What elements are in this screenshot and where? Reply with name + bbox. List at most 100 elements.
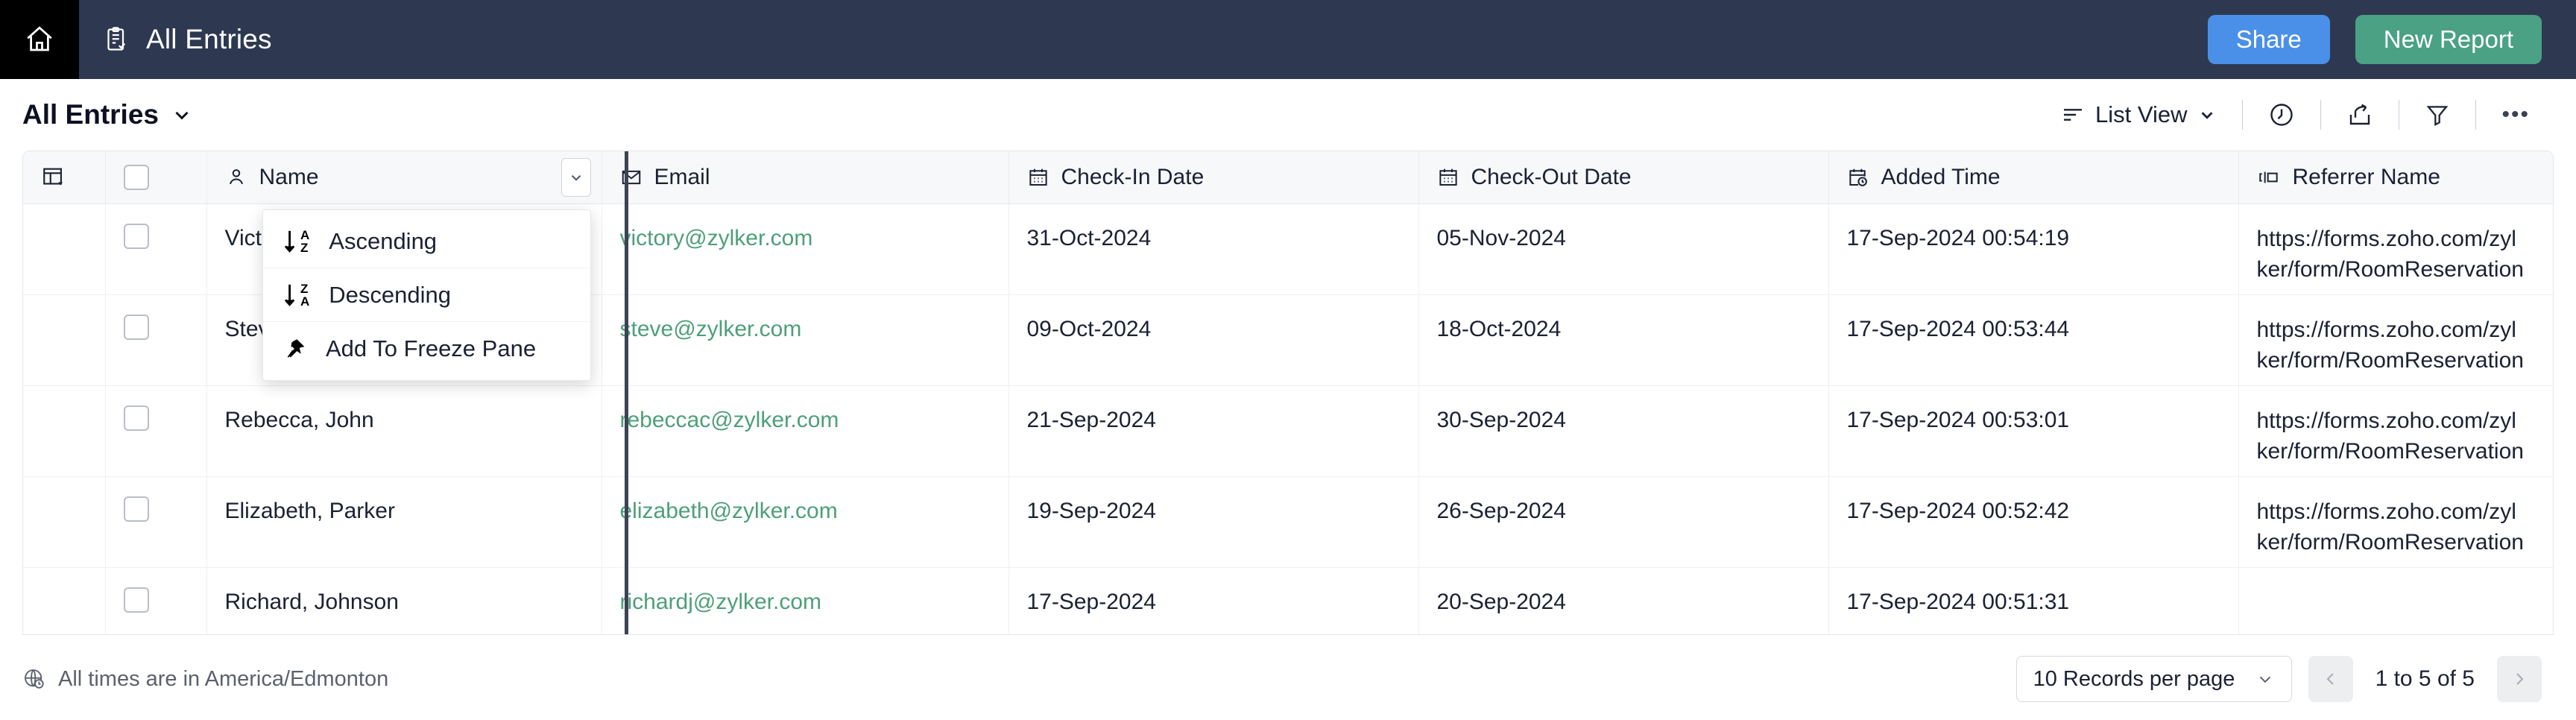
row-checkbox[interactable] [123, 405, 149, 431]
name-column-menu-button[interactable] [561, 157, 591, 197]
table-row[interactable]: Richard, Johnson richardj@zylker.com 17-… [23, 567, 2553, 634]
row-checkbox[interactable] [123, 223, 149, 249]
records-per-page-select[interactable]: 10 Records per page [2015, 656, 2292, 702]
row-select-cell[interactable] [105, 476, 207, 568]
row-checkbox[interactable] [123, 314, 149, 340]
row-checkbox[interactable] [123, 496, 149, 522]
email-link[interactable]: elizabeth@zylker.com [620, 499, 838, 523]
cell-referrer: https://forms.zoho.com/zylker/form/RoomR… [2238, 385, 2553, 477]
referrer-url: https://forms.zoho.com/zylker/form/RoomR… [2256, 317, 2524, 373]
breadcrumb-label: All Entries [146, 24, 272, 54]
select-all-checkbox[interactable] [123, 164, 149, 190]
cell-name: Rebecca, John [206, 385, 602, 477]
row-grip-cell [23, 476, 106, 568]
toolbar-right-group: List View ••• [2049, 100, 2542, 130]
email-link[interactable]: victory@zylker.com [620, 226, 813, 250]
calendar-icon [1437, 166, 1459, 189]
records-per-page-label: 10 Records per page [2033, 666, 2235, 691]
menu-item-descending[interactable]: Z A Descending [263, 268, 590, 322]
cell-checkin: 17-Sep-2024 [1008, 567, 1419, 634]
column-header-checkin[interactable]: Check-In Date [1008, 151, 1419, 204]
list-view-icon [2061, 103, 2085, 127]
cell-email[interactable]: victory@zylker.com [602, 203, 1009, 295]
view-selector[interactable]: All Entries [22, 99, 193, 130]
top-bar: All Entries Share New Report [0, 0, 2576, 79]
cell-email[interactable]: richardj@zylker.com [602, 567, 1009, 634]
sort-letter-top: Z [300, 281, 309, 296]
home-button[interactable] [0, 0, 79, 79]
column-header-referrer[interactable]: Referrer Name [2238, 151, 2553, 204]
select-all-header[interactable] [105, 151, 207, 204]
row-select-cell[interactable] [105, 385, 207, 477]
row-select-cell[interactable] [105, 294, 207, 386]
column-header-label: Added Time [1881, 164, 2001, 189]
previous-page-button[interactable] [2308, 656, 2353, 702]
cell-email[interactable]: elizabeth@zylker.com [602, 476, 1009, 568]
cell-added-time: 17-Sep-2024 00:53:44 [1828, 294, 2239, 386]
chevron-left-icon [2322, 670, 2340, 688]
cell-checkout: 26-Sep-2024 [1418, 476, 1829, 568]
chevron-right-icon [2510, 670, 2528, 688]
cell-name: Richard, Johnson [206, 567, 602, 634]
home-icon [24, 24, 55, 55]
cell-checkout: 18-Oct-2024 [1418, 294, 1829, 386]
breadcrumb[interactable]: All Entries [103, 24, 272, 55]
email-link[interactable]: richardj@zylker.com [620, 590, 822, 614]
cell-name: Elizabeth, Parker [206, 476, 602, 568]
history-button[interactable] [2256, 101, 2307, 128]
table-row[interactable]: Elizabeth, Parker elizabeth@zylker.com 1… [23, 476, 2553, 568]
column-settings-header[interactable] [23, 151, 106, 204]
cell-referrer: https://forms.zoho.com/zylker/form/RoomR… [2238, 203, 2553, 295]
list-view-label: List View [2094, 101, 2188, 127]
menu-item-add-to-freeze-pane[interactable]: Add To Freeze Pane [263, 322, 590, 376]
column-header-label: Email [654, 164, 710, 189]
cell-added-time: 17-Sep-2024 00:53:01 [1828, 385, 2239, 477]
cell-email[interactable]: rebeccac@zylker.com [602, 385, 1009, 477]
column-header-checkout[interactable]: Check-Out Date [1418, 151, 1829, 204]
table-row[interactable]: Rebecca, John rebeccac@zylker.com 21-Sep… [23, 385, 2553, 477]
row-grip-cell [23, 567, 106, 634]
filter-button[interactable] [2413, 102, 2462, 127]
cell-checkout: 20-Sep-2024 [1418, 567, 1829, 634]
column-header-email[interactable]: Email [602, 151, 1009, 204]
row-checkbox[interactable] [123, 587, 149, 613]
column-header-added-time[interactable]: Added Time [1828, 151, 2239, 204]
divider [2320, 100, 2322, 130]
share-button[interactable]: Share [2207, 15, 2330, 64]
pagination-range: 1 to 5 of 5 [2375, 666, 2475, 691]
table-header-row: Name Email Check-In Date Check-Out Date … [23, 151, 2553, 204]
row-select-cell[interactable] [105, 203, 207, 295]
menu-item-ascending[interactable]: A Z Ascending [263, 215, 590, 268]
column-header-name[interactable]: Name [206, 151, 602, 204]
email-link[interactable]: rebeccac@zylker.com [620, 408, 839, 432]
email-link[interactable]: steve@zylker.com [620, 317, 802, 341]
globe-clock-icon [22, 667, 46, 691]
filter-icon [2425, 102, 2450, 127]
view-title-label: All Entries [22, 99, 159, 130]
column-header-label: Name [259, 164, 319, 189]
text-field-icon [2257, 165, 2281, 189]
cell-checkin: 21-Sep-2024 [1008, 385, 1419, 477]
clock-icon [2268, 101, 2295, 128]
cell-email[interactable]: steve@zylker.com [602, 294, 1009, 386]
chevron-down-icon [2197, 105, 2217, 124]
row-select-cell[interactable] [105, 567, 207, 634]
menu-item-label: Add To Freeze Pane [326, 335, 537, 361]
new-report-button[interactable]: New Report [2355, 15, 2542, 64]
next-page-button[interactable] [2497, 656, 2542, 702]
more-options-button[interactable]: ••• [2490, 102, 2542, 127]
cell-added-time: 17-Sep-2024 00:54:19 [1828, 203, 2239, 295]
sort-letter-bottom: A [300, 294, 310, 309]
freeze-pane-divider [625, 151, 628, 634]
cell-referrer: https://forms.zoho.com/zylker/form/RoomR… [2238, 294, 2553, 386]
export-icon [2346, 101, 2373, 128]
user-icon [225, 166, 247, 189]
cell-added-time: 17-Sep-2024 00:51:31 [1828, 567, 2239, 634]
referrer-url: https://forms.zoho.com/zylker/form/RoomR… [2256, 408, 2524, 464]
pin-icon [282, 337, 306, 361]
export-button[interactable] [2334, 101, 2385, 128]
cell-checkin: 31-Oct-2024 [1008, 203, 1419, 295]
cell-added-time: 17-Sep-2024 00:52:42 [1828, 476, 2239, 568]
column-header-label: Referrer Name [2292, 164, 2440, 189]
list-view-selector[interactable]: List View [2049, 101, 2229, 128]
